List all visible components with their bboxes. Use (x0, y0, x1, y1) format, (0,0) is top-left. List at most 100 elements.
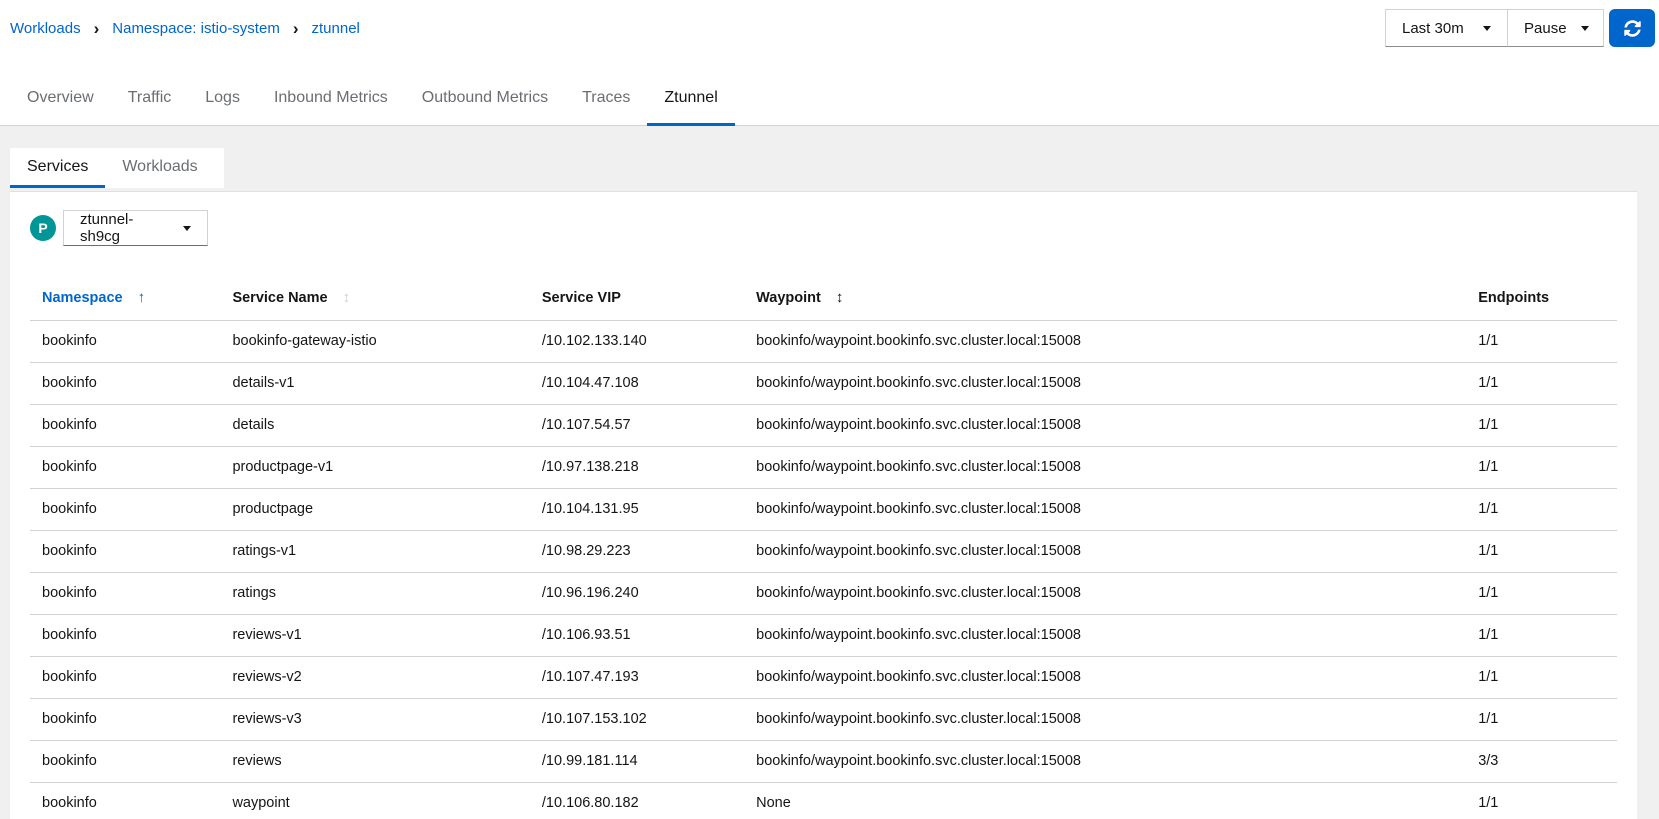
cell-waypoint: bookinfo/waypoint.bookinfo.svc.cluster.l… (744, 657, 1466, 699)
breadcrumb-link-workloads[interactable]: Workloads (10, 20, 81, 37)
cell-service-vip: /10.107.47.193 (530, 657, 744, 699)
cell-namespace: bookinfo (30, 321, 220, 363)
breadcrumb-link-ztunnel[interactable]: ztunnel (312, 20, 360, 37)
chevron-down-icon (183, 226, 191, 231)
column-header-endpoints: Endpoints (1466, 282, 1617, 321)
breadcrumb: Workloads › Namespace: istio-system › zt… (10, 9, 360, 47)
tab-inbound-metrics[interactable]: Inbound Metrics (257, 85, 405, 126)
cell-namespace: bookinfo (30, 531, 220, 573)
breadcrumb-link-namespace[interactable]: Namespace: istio-system (112, 20, 280, 37)
table-row: bookinforeviews-v3/10.107.153.102bookinf… (30, 699, 1617, 741)
cell-waypoint: bookinfo/waypoint.bookinfo.svc.cluster.l… (744, 741, 1466, 783)
cell-namespace: bookinfo (30, 363, 220, 405)
refresh-interval-value: Pause (1524, 20, 1567, 37)
table-row: bookinfoproductpage/10.104.131.95bookinf… (30, 489, 1617, 531)
cell-namespace: bookinfo (30, 741, 220, 783)
services-table: Namespace↑ Service Name↕ Service VIP Way… (30, 282, 1617, 819)
refresh-interval-select[interactable]: Pause (1507, 9, 1604, 47)
cell-service-name: details (220, 405, 529, 447)
table-row: bookinfobookinfo-gateway-istio/10.102.13… (30, 321, 1617, 363)
ztunnel-card: P ztunnel-sh9cg Namespace↑ Ser (10, 191, 1637, 819)
cell-namespace: bookinfo (30, 657, 220, 699)
table-row: bookinforeviews/10.99.181.114bookinfo/wa… (30, 741, 1617, 783)
breadcrumb-separator-icon: › (293, 20, 299, 37)
pod-selector-row: P ztunnel-sh9cg (30, 192, 1617, 246)
page: Workloads › Namespace: istio-system › zt… (0, 0, 1659, 819)
chevron-down-icon (1581, 26, 1589, 31)
cell-endpoints: 1/1 (1466, 657, 1617, 699)
column-label: Waypoint (756, 290, 821, 306)
cell-service-vip: /10.104.131.95 (530, 489, 744, 531)
cell-waypoint: bookinfo/waypoint.bookinfo.svc.cluster.l… (744, 573, 1466, 615)
table-row: bookinforatings/10.96.196.240bookinfo/wa… (30, 573, 1617, 615)
tab-ztunnel[interactable]: Ztunnel (647, 85, 734, 126)
cell-waypoint: bookinfo/waypoint.bookinfo.svc.cluster.l… (744, 531, 1466, 573)
column-header-waypoint[interactable]: Waypoint↕ (744, 282, 1466, 321)
tab-traffic[interactable]: Traffic (111, 85, 189, 126)
content-area: Services Workloads P ztunnel-sh9cg Na (0, 126, 1659, 819)
chevron-down-icon (1483, 26, 1491, 31)
cell-service-name: details-v1 (220, 363, 529, 405)
cell-endpoints: 1/1 (1466, 531, 1617, 573)
cell-endpoints: 1/1 (1466, 615, 1617, 657)
column-header-namespace[interactable]: Namespace↑ (30, 282, 220, 321)
duration-select[interactable]: Last 30m (1385, 9, 1508, 47)
cell-waypoint: bookinfo/waypoint.bookinfo.svc.cluster.l… (744, 321, 1466, 363)
cell-service-name: reviews-v2 (220, 657, 529, 699)
table-row: bookinforeviews-v1/10.106.93.51bookinfo/… (30, 615, 1617, 657)
cell-service-vip: /10.106.93.51 (530, 615, 744, 657)
cell-endpoints: 1/1 (1466, 447, 1617, 489)
duration-select-value: Last 30m (1402, 20, 1464, 37)
sort-both-icon: ↕ (343, 290, 351, 305)
cell-namespace: bookinfo (30, 699, 220, 741)
column-header-service-name[interactable]: Service Name↕ (220, 282, 529, 321)
tab-workloads[interactable]: Workloads (105, 148, 214, 188)
tab-outbound-metrics[interactable]: Outbound Metrics (405, 85, 565, 126)
table-header-row: Namespace↑ Service Name↕ Service VIP Way… (30, 282, 1617, 321)
column-label: Namespace (42, 290, 123, 306)
table-row: bookinfodetails-v1/10.104.47.108bookinfo… (30, 363, 1617, 405)
cell-waypoint: bookinfo/waypoint.bookinfo.svc.cluster.l… (744, 489, 1466, 531)
cell-service-name: reviews (220, 741, 529, 783)
cell-service-name: reviews-v1 (220, 615, 529, 657)
cell-service-name: waypoint (220, 783, 529, 819)
cell-waypoint: None (744, 783, 1466, 819)
ztunnel-subtabs: Services Workloads (10, 148, 224, 188)
cell-namespace: bookinfo (30, 615, 220, 657)
pod-badge: P (30, 215, 56, 241)
cell-service-name: ratings (220, 573, 529, 615)
pod-select-value: ztunnel-sh9cg (80, 211, 169, 245)
breadcrumb-separator-icon: › (94, 20, 100, 37)
cell-service-vip: /10.97.138.218 (530, 447, 744, 489)
tab-overview[interactable]: Overview (10, 85, 111, 126)
main-tabs: Overview Traffic Logs Inbound Metrics Ou… (0, 85, 1659, 126)
cell-endpoints: 1/1 (1466, 405, 1617, 447)
cell-service-name: ratings-v1 (220, 531, 529, 573)
cell-endpoints: 3/3 (1466, 741, 1617, 783)
cell-waypoint: bookinfo/waypoint.bookinfo.svc.cluster.l… (744, 405, 1466, 447)
tab-services[interactable]: Services (10, 148, 105, 188)
tab-traces[interactable]: Traces (565, 85, 647, 126)
cell-service-vip: /10.107.54.57 (530, 405, 744, 447)
cell-namespace: bookinfo (30, 783, 220, 819)
breadcrumb-row: Workloads › Namespace: istio-system › zt… (0, 0, 1659, 47)
column-label: Endpoints (1478, 290, 1549, 306)
cell-service-vip: /10.106.80.182 (530, 783, 744, 819)
pod-select[interactable]: ztunnel-sh9cg (63, 210, 208, 246)
cell-service-name: productpage-v1 (220, 447, 529, 489)
cell-endpoints: 1/1 (1466, 783, 1617, 819)
cell-endpoints: 1/1 (1466, 573, 1617, 615)
cell-service-name: productpage (220, 489, 529, 531)
cell-service-vip: /10.99.181.114 (530, 741, 744, 783)
cell-service-vip: /10.104.47.108 (530, 363, 744, 405)
sync-icon (1624, 20, 1641, 37)
cell-namespace: bookinfo (30, 447, 220, 489)
tab-logs[interactable]: Logs (188, 85, 257, 126)
cell-namespace: bookinfo (30, 405, 220, 447)
cell-endpoints: 1/1 (1466, 699, 1617, 741)
table-row: bookinforatings-v1/10.98.29.223bookinfo/… (30, 531, 1617, 573)
cell-namespace: bookinfo (30, 489, 220, 531)
refresh-button[interactable] (1609, 9, 1655, 47)
cell-service-vip: /10.98.29.223 (530, 531, 744, 573)
table-row: bookinfodetails/10.107.54.57bookinfo/way… (30, 405, 1617, 447)
